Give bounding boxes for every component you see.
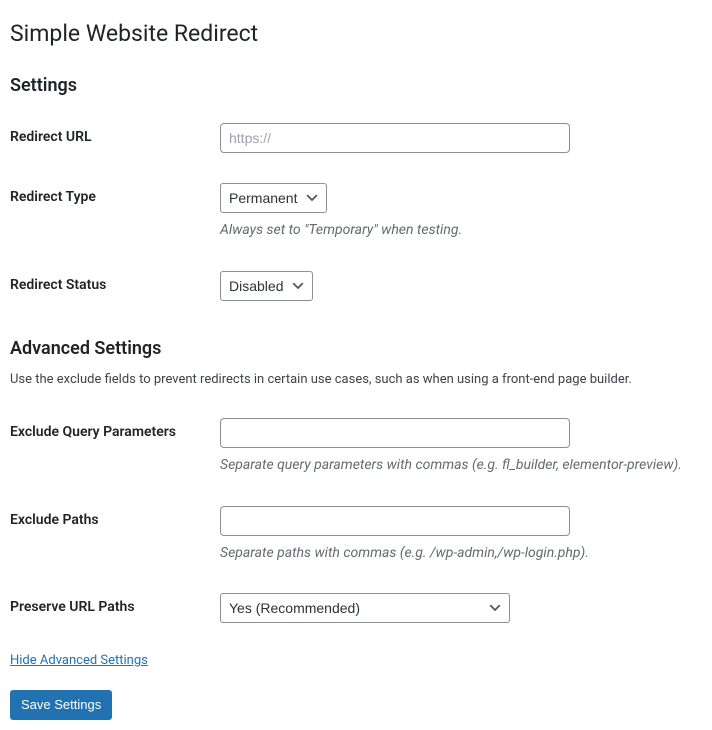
label-redirect-url: Redirect URL xyxy=(10,108,210,168)
label-redirect-type: Redirect Type xyxy=(10,168,210,256)
row-redirect-type: Redirect Type Permanent Always set to "T… xyxy=(10,168,702,256)
advanced-heading: Advanced Settings xyxy=(10,336,702,361)
exclude-paths-input[interactable] xyxy=(220,506,570,536)
preserve-paths-select[interactable]: Yes (Recommended) xyxy=(220,593,510,623)
page-title: Simple Website Redirect xyxy=(10,10,702,53)
settings-table: Redirect URL Redirect Type Permanent Alw… xyxy=(10,108,702,316)
row-redirect-url: Redirect URL xyxy=(10,108,702,168)
exclude-query-help: Separate query parameters with commas (e… xyxy=(220,456,692,476)
exclude-query-input[interactable] xyxy=(220,418,570,448)
label-exclude-query: Exclude Query Parameters xyxy=(10,403,210,491)
advanced-description: Use the exclude fields to prevent redire… xyxy=(10,371,702,389)
row-exclude-paths: Exclude Paths Separate paths with commas… xyxy=(10,491,702,579)
exclude-paths-help: Separate paths with commas (e.g. /wp-adm… xyxy=(220,544,692,564)
redirect-type-select[interactable]: Permanent xyxy=(220,183,327,213)
row-redirect-status: Redirect Status Disabled xyxy=(10,256,702,316)
save-settings-button[interactable]: Save Settings xyxy=(10,690,112,720)
settings-heading: Settings xyxy=(10,73,702,98)
hide-advanced-link[interactable]: Hide Advanced Settings xyxy=(10,653,148,668)
row-preserve-paths: Preserve URL Paths Yes (Recommended) xyxy=(10,578,702,638)
redirect-url-input[interactable] xyxy=(220,123,570,153)
redirect-status-select[interactable]: Disabled xyxy=(220,271,313,301)
label-exclude-paths: Exclude Paths xyxy=(10,491,210,579)
label-redirect-status: Redirect Status xyxy=(10,256,210,316)
row-exclude-query: Exclude Query Parameters Separate query … xyxy=(10,403,702,491)
label-preserve-paths: Preserve URL Paths xyxy=(10,578,210,638)
advanced-table: Exclude Query Parameters Separate query … xyxy=(10,403,702,638)
redirect-type-help: Always set to "Temporary" when testing. xyxy=(220,221,692,241)
